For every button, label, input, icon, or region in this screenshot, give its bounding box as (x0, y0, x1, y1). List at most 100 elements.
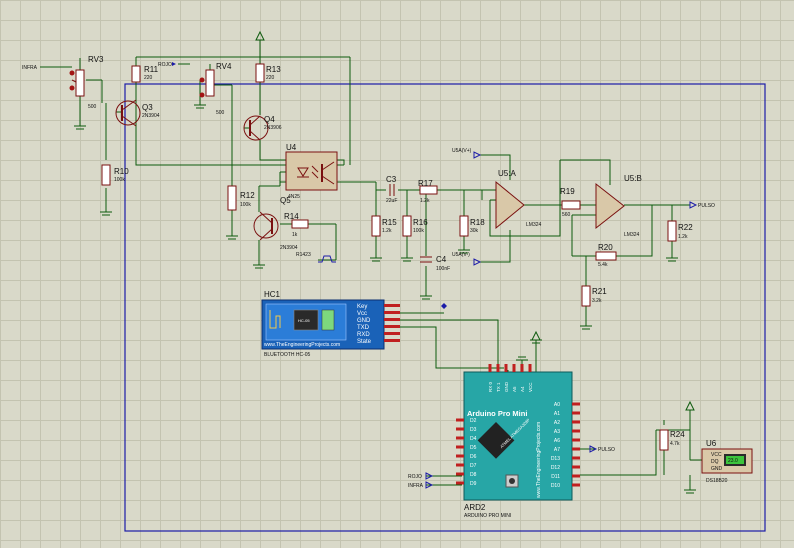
ard2-left-pin-label: D6 (470, 454, 477, 460)
arduino-pro-mini-ard2[interactable]: Arduino Pro Mini ATMEL ATMEGA328P www.Th… (456, 364, 580, 519)
ard2-left-pin[interactable] (456, 463, 464, 467)
ard2-top-pin-label: RX 0 (488, 381, 493, 392)
svg-text:R20: R20 (598, 243, 613, 252)
svg-text:LM324: LM324 (526, 222, 542, 228)
ard2-left-pin[interactable] (456, 418, 464, 422)
svg-text:C3: C3 (386, 175, 397, 184)
resistor-r15[interactable]: R15 1.2k (371, 215, 397, 237)
ard2-left-pin-label: D5 (470, 445, 477, 451)
ard2-top-pin[interactable] (520, 364, 524, 372)
resistor-r19[interactable]: R19 560 (560, 187, 581, 218)
hc1-pin-rxd: RXD (357, 332, 370, 338)
svg-text:DS18B20: DS18B20 (706, 478, 728, 484)
ard2-top-pin[interactable] (496, 364, 500, 372)
ard2-top-pin-label: A5 (512, 386, 517, 392)
svg-text:VCC: VCC (711, 452, 722, 458)
resistor-r16[interactable]: R16 100k (402, 215, 428, 237)
ard2-right-pin-label: D10 (551, 483, 560, 489)
rv3-label: RV3 (88, 55, 104, 64)
ard2-right-pin[interactable] (572, 447, 580, 451)
ard2-right-pin[interactable] (572, 456, 580, 460)
ard2-right-pin[interactable] (572, 474, 580, 478)
resistor-r17[interactable]: R17 1.2k (418, 179, 438, 204)
opamp-u5b[interactable]: U5:B LM324 (595, 174, 642, 238)
svg-text:22uF: 22uF (386, 198, 397, 204)
svg-text:RV4: RV4 (216, 62, 232, 71)
svg-text:HC-05: HC-05 (298, 318, 310, 323)
resistor-r22[interactable]: R22 1.2k (667, 220, 693, 242)
hc1-pin-gnd: GND (357, 318, 371, 324)
schematic-canvas[interactable]: RV3 500 INFRA R11 220 Q3 2N3904 R10 100k… (0, 0, 794, 548)
ard2-right-pin-label: A3 (554, 429, 560, 435)
svg-text:2N3904: 2N3904 (280, 245, 298, 251)
hc1-pin-txd: TXD (357, 325, 370, 331)
transistor-q4[interactable]: Q4 2N3906 (243, 115, 282, 141)
svg-text:4.7k: 4.7k (670, 441, 680, 447)
ard2-top-pin[interactable] (504, 364, 508, 372)
ard2-right-pin[interactable] (572, 429, 580, 433)
rojo-net-label-bottom: ROJO (408, 474, 422, 480)
sensor-u6[interactable]: U6 23.0 VCC DQ GND DS18B20 (701, 439, 753, 484)
opamp-u5a[interactable]: U5:A LM324 (495, 169, 542, 230)
svg-text:R24: R24 (670, 430, 685, 439)
svg-text:R19: R19 (560, 187, 575, 196)
resistor-r24[interactable]: R24 4.7k (659, 429, 685, 451)
svg-text:Q5: Q5 (280, 196, 291, 205)
svg-text:220: 220 (144, 75, 153, 81)
svg-text:R12: R12 (240, 191, 255, 200)
svg-text:220: 220 (266, 75, 275, 81)
svg-text:R17: R17 (418, 179, 433, 188)
ard2-left-pin[interactable] (456, 481, 464, 485)
resistor-r11[interactable]: R11 220 (131, 65, 159, 83)
capacitor-c3[interactable]: C3 22uF (386, 175, 397, 204)
power-terminal-u6 (685, 400, 695, 411)
ard2-left-pin[interactable] (456, 436, 464, 440)
ard2-left-pin-label: D4 (470, 436, 477, 442)
hc1-pin-stub[interactable] (384, 318, 400, 321)
ard2-top-pin-label: VCC (528, 382, 533, 392)
potentiometer-rv4[interactable]: RV4 500 (199, 62, 232, 116)
svg-text:500: 500 (216, 110, 225, 116)
hc1-pin-stub[interactable] (384, 304, 400, 307)
hc1-pin-state: State (357, 339, 372, 345)
svg-text:R16: R16 (413, 218, 428, 227)
hc1-pin-stub[interactable] (384, 332, 400, 335)
ard2-left-pin[interactable] (456, 472, 464, 476)
resistor-r18[interactable]: R18 30k (459, 215, 485, 237)
svg-text:R18: R18 (470, 218, 485, 227)
svg-text:R22: R22 (678, 223, 693, 232)
hc1-pin-stub[interactable] (384, 339, 400, 342)
ard2-top-pin[interactable] (512, 364, 516, 372)
capacitor-c4[interactable]: C4 100nF (420, 255, 450, 272)
ard2-left-pin[interactable] (456, 427, 464, 431)
ard2-right-pin[interactable] (572, 483, 580, 487)
ard2-left-pin-label: D7 (470, 463, 477, 469)
resistor-r12[interactable]: R12 100k (227, 185, 255, 211)
ard2-right-pin[interactable] (572, 402, 580, 406)
ard2-top-pin[interactable] (528, 364, 532, 372)
ard2-left-pin[interactable] (456, 454, 464, 458)
resistor-r20[interactable]: R20 5.4k (595, 243, 617, 268)
schematic: RV3 500 INFRA R11 220 Q3 2N3904 R10 100k… (22, 30, 766, 532)
hc1-pin-stub[interactable] (384, 311, 400, 314)
hc1-pin-stub[interactable] (384, 325, 400, 328)
pulso-net-label-bottom: PULSO (598, 447, 615, 453)
optocoupler-u4[interactable]: U4 4N25 (285, 143, 338, 200)
ard2-right-pin[interactable] (572, 420, 580, 424)
potentiometer-rv3[interactable]: RV3 500 (69, 55, 104, 110)
ard2-left-pin[interactable] (456, 445, 464, 449)
bluetooth-module-hc1[interactable]: HC1 HC-05 www.TheEngineeringProjects.com… (261, 290, 400, 358)
svg-text:100k: 100k (114, 177, 125, 183)
ard2-right-pin-label: A6 (554, 438, 560, 444)
transistor-q3[interactable]: Q3 2N3904 (115, 99, 160, 127)
ard2-right-pin[interactable] (572, 411, 580, 415)
resistor-r14[interactable]: R14 1k (284, 212, 309, 238)
ard2-top-pin-label: GND (504, 381, 509, 392)
ard2-top-pin[interactable] (488, 364, 492, 372)
svg-text:100k: 100k (413, 228, 424, 234)
resistor-r21[interactable]: R21 3.2k (581, 285, 607, 307)
resistor-r13[interactable]: R13 220 (255, 63, 281, 83)
ard2-right-pin[interactable] (572, 438, 580, 442)
ard2-right-pin[interactable] (572, 465, 580, 469)
svg-text:100k: 100k (240, 202, 251, 208)
